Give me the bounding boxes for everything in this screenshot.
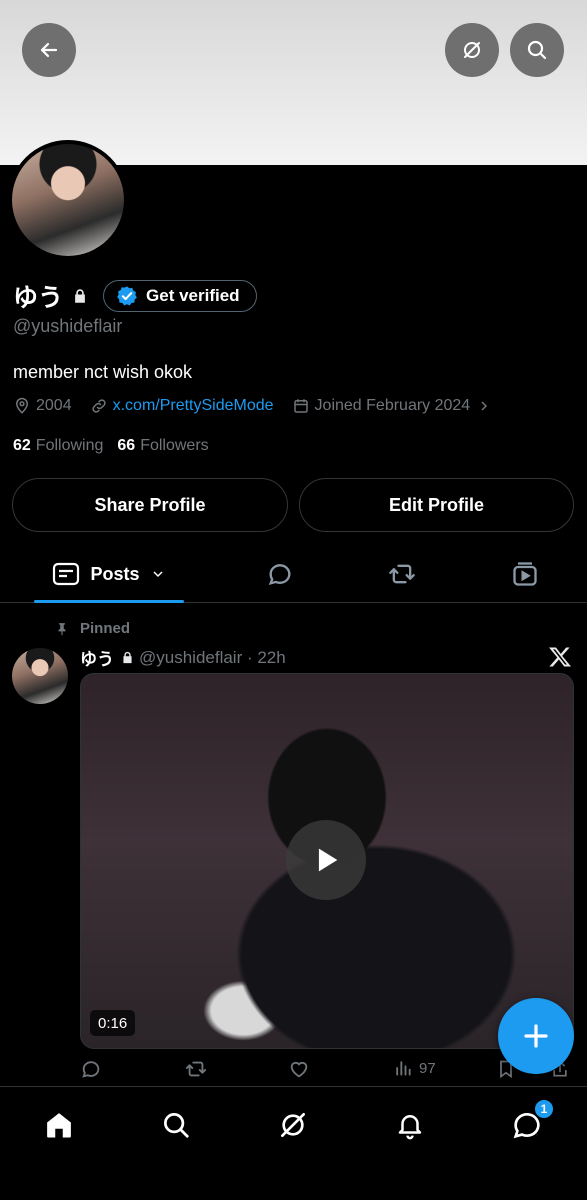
- reply-icon: [82, 1061, 100, 1078]
- reply-button[interactable]: [80, 1058, 108, 1080]
- post-author-name[interactable]: ゆう: [80, 645, 114, 670]
- profile-handle: @yushideflair: [13, 316, 123, 336]
- active-tab-indicator: [34, 600, 184, 603]
- repost-icon: [185, 1061, 207, 1077]
- pin-icon: [58, 622, 66, 635]
- compose-post-button[interactable]: [498, 998, 574, 1074]
- profile-avatar[interactable]: [8, 140, 128, 260]
- following-count: 62: [13, 437, 31, 454]
- tab-replies[interactable]: [258, 545, 302, 603]
- tab-posts[interactable]: Posts: [34, 545, 184, 603]
- tab-reposts[interactable]: [380, 545, 424, 603]
- pinned-indicator: Pinned: [55, 620, 130, 637]
- link-icon: [91, 399, 106, 413]
- verified-badge-icon: [117, 286, 137, 306]
- profile-meta: 2004 x.com/PrettySideMode Joined Februar…: [13, 397, 515, 415]
- plus-icon: [524, 1024, 548, 1048]
- share-profile-button[interactable]: Share Profile: [12, 478, 288, 532]
- get-verified-button[interactable]: Get verified: [103, 280, 257, 312]
- profile-bio: member nct wish okok: [13, 362, 193, 382]
- views-count: 97: [419, 1059, 436, 1077]
- tab-posts-label: Posts: [90, 563, 140, 584]
- nav-grok[interactable]: [273, 1105, 313, 1145]
- video-duration: 0:16: [90, 1010, 136, 1036]
- location-pin-icon: [15, 397, 29, 414]
- grok-icon: [464, 42, 480, 58]
- joined-text: Joined February 2024: [314, 397, 471, 414]
- messages-badge: 1: [533, 1098, 555, 1120]
- bar-chart-icon: [396, 1061, 411, 1076]
- nav-notifications[interactable]: [390, 1105, 430, 1145]
- heart-icon: [290, 1061, 308, 1078]
- play-icon: [318, 848, 338, 872]
- play-button[interactable]: [286, 820, 366, 900]
- repost-button[interactable]: [184, 1058, 214, 1080]
- location-text: 2004: [36, 397, 72, 414]
- name-row: ゆう Get verified: [13, 278, 257, 314]
- bottom-navigation: [0, 1086, 587, 1200]
- tab-media[interactable]: [503, 545, 547, 603]
- repost-icon: [389, 564, 415, 584]
- post-actions: 97: [80, 1058, 574, 1086]
- chevron-down-icon: [152, 571, 163, 578]
- reply-bubble-icon: [268, 564, 291, 586]
- display-name: ゆう: [13, 284, 64, 312]
- followers-link[interactable]: 66 Followers: [117, 437, 208, 455]
- home-icon: [47, 1113, 71, 1138]
- profile-tabs: Posts: [0, 545, 587, 603]
- pinned-label: Pinned: [80, 620, 131, 637]
- arrow-left-icon: [40, 42, 58, 58]
- bell-icon: [398, 1115, 422, 1140]
- post-header: ゆう @yushideflair · 22h: [80, 645, 286, 670]
- edit-profile-button[interactable]: Edit Profile: [299, 478, 574, 532]
- following-link[interactable]: 62 Following: [13, 437, 103, 455]
- grok-button[interactable]: [445, 23, 499, 77]
- location-item: 2004: [13, 397, 72, 415]
- media-icon: [513, 562, 537, 586]
- post-author-avatar[interactable]: [12, 648, 68, 704]
- grok-icon: [281, 1113, 305, 1137]
- x-logo-icon: [548, 645, 572, 674]
- profile-banner: [0, 0, 587, 165]
- joined-item[interactable]: Joined February 2024: [292, 397, 498, 415]
- website-link[interactable]: x.com/PrettySideMode: [113, 397, 274, 415]
- posts-icon: [53, 562, 80, 586]
- lock-icon: [123, 651, 132, 664]
- follow-counts: 62 Following 66 Followers: [13, 437, 223, 455]
- lock-icon: [71, 287, 89, 305]
- search-icon: [527, 40, 547, 60]
- get-verified-label: Get verified: [146, 286, 240, 305]
- search-icon: [164, 1113, 189, 1138]
- search-button[interactable]: [510, 23, 564, 77]
- post-author-handle: @yushideflair · 22h: [139, 647, 286, 667]
- website-item[interactable]: x.com/PrettySideMode: [90, 397, 274, 415]
- chevron-right-icon: [481, 401, 488, 411]
- nav-search[interactable]: [156, 1105, 196, 1145]
- views-button[interactable]: 97: [393, 1058, 436, 1078]
- followers-count: 66: [117, 437, 136, 454]
- back-button[interactable]: [22, 23, 76, 77]
- like-button[interactable]: [288, 1058, 316, 1080]
- following-label: Following: [35, 437, 104, 454]
- followers-label: Followers: [140, 437, 209, 454]
- calendar-icon: [293, 399, 308, 413]
- nav-home[interactable]: [39, 1105, 79, 1145]
